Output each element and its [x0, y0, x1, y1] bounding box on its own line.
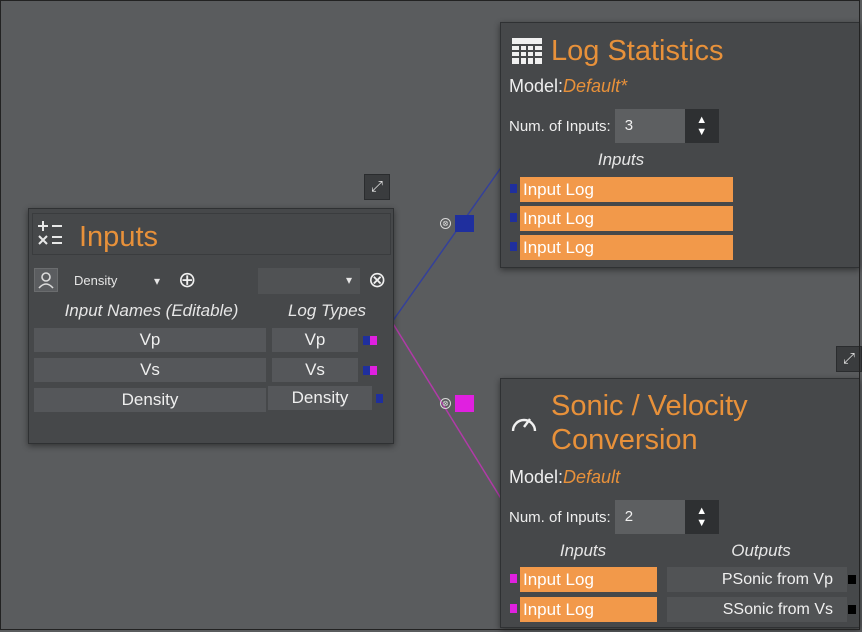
stepper-down-icon[interactable]: ▼	[696, 126, 707, 138]
stepper-up-icon[interactable]: ▲	[696, 505, 707, 517]
port-magenta[interactable]	[370, 336, 377, 345]
connector-blue[interactable]: ⊗	[440, 215, 474, 232]
speedometer-icon	[509, 411, 539, 435]
log-statistics-node: Log Statistics Model:Default* Num. of In…	[500, 22, 860, 268]
col-header-input-names: Input Names (Editable)	[64, 301, 239, 320]
inputs-toolbar: Density ▾ ⊕ ▾ ⊗	[34, 266, 390, 296]
secondary-dropdown[interactable]: ▾	[258, 268, 360, 294]
port-magenta[interactable]	[370, 366, 377, 375]
port-blue[interactable]	[363, 336, 370, 345]
calculator-icon	[35, 218, 75, 250]
num-inputs-label: Num. of Inputs:	[509, 117, 611, 135]
remove-icon[interactable]: ⊗	[368, 266, 386, 294]
inputs-title: Inputs	[79, 221, 158, 253]
num-inputs-row: Num. of Inputs: 3 ▲ ▼	[509, 109, 719, 143]
log-statistics-title: Log Statistics	[551, 35, 724, 67]
log-type-cell: Density	[268, 386, 372, 410]
dropdown-value: Density	[74, 273, 118, 288]
num-inputs-stepper[interactable]: ▲ ▼	[684, 500, 719, 534]
model-row: Model:Default	[509, 467, 620, 488]
log-type-dropdown[interactable]: Density ▾	[68, 270, 168, 292]
port-magenta[interactable]	[510, 574, 517, 583]
port-blue[interactable]	[363, 366, 370, 375]
wire-magenta	[391, 321, 506, 506]
num-inputs-stepper[interactable]: ▲ ▼	[684, 109, 719, 143]
sonic-velocity-node: Sonic / Velocity Conversion Model:Defaul…	[500, 378, 860, 628]
input-log-slot[interactable]: Input Log	[520, 206, 733, 231]
output-port[interactable]	[848, 605, 856, 614]
input-log-slot[interactable]: Input Log	[520, 567, 657, 592]
stepper-up-icon[interactable]: ▲	[696, 114, 707, 126]
sonic-title-line1: Sonic / Velocity	[551, 390, 748, 422]
inputs-node: Inputs Density ▾ ⊕ ▾ ⊗ Input Names (Edit…	[28, 208, 394, 444]
connector-magenta[interactable]: ⊗	[440, 395, 474, 412]
chevron-down-icon: ▾	[346, 273, 353, 287]
port-blue[interactable]	[510, 184, 517, 193]
outputs-header: Outputs	[731, 541, 791, 560]
input-log-slot[interactable]: Input Log	[520, 235, 733, 260]
model-value[interactable]: Default	[563, 467, 620, 487]
disconnect-icon[interactable]: ⊗	[440, 218, 451, 229]
port-magenta[interactable]	[510, 604, 517, 613]
log-type-cell: Vs	[272, 358, 358, 382]
wire-blue	[391, 161, 506, 323]
person-icon[interactable]	[34, 268, 58, 292]
model-value[interactable]: Default*	[563, 76, 627, 96]
port-blue[interactable]	[510, 213, 517, 222]
connector-magenta-swatch	[455, 395, 474, 412]
inputs-header: Inputs	[559, 541, 607, 560]
chevron-down-icon: ▾	[154, 274, 161, 288]
num-inputs-row: Num. of Inputs: 2 ▲ ▼	[509, 500, 719, 534]
col-header-log-types: Log Types	[287, 301, 367, 320]
model-label: Model:	[509, 76, 564, 96]
num-inputs-field[interactable]: 3	[614, 109, 685, 143]
grid-table-icon	[511, 37, 543, 65]
inputs-title-bar: Inputs	[32, 213, 391, 255]
num-inputs-field[interactable]: 2	[614, 500, 685, 534]
port-blue[interactable]	[376, 394, 383, 403]
inputs-header: Inputs	[597, 150, 645, 169]
output-log-slot: SSonic from Vs	[667, 597, 847, 622]
sonic-expand-button[interactable]: ⤢	[836, 346, 862, 372]
input-name-field[interactable]: Density	[34, 388, 266, 412]
log-type-cell: Vp	[272, 328, 358, 352]
port-blue[interactable]	[510, 242, 517, 251]
input-name-field[interactable]: Vs	[34, 358, 266, 382]
stepper-down-icon[interactable]: ▼	[696, 517, 707, 529]
output-log-slot: PSonic from Vp	[667, 567, 847, 592]
num-inputs-label: Num. of Inputs:	[509, 508, 611, 526]
input-log-slot[interactable]: Input Log	[520, 597, 657, 622]
output-port[interactable]	[848, 575, 856, 584]
sonic-title-line2: Conversion	[551, 424, 698, 456]
add-icon[interactable]: ⊕	[178, 266, 196, 294]
inputs-expand-button[interactable]: ⤢	[364, 174, 390, 200]
model-label: Model:	[509, 467, 564, 487]
input-log-slot[interactable]: Input Log	[520, 177, 733, 202]
model-row: Model:Default*	[509, 76, 627, 97]
connector-blue-swatch	[455, 215, 474, 232]
input-name-field[interactable]: Vp	[34, 328, 266, 352]
disconnect-icon[interactable]: ⊗	[440, 398, 451, 409]
